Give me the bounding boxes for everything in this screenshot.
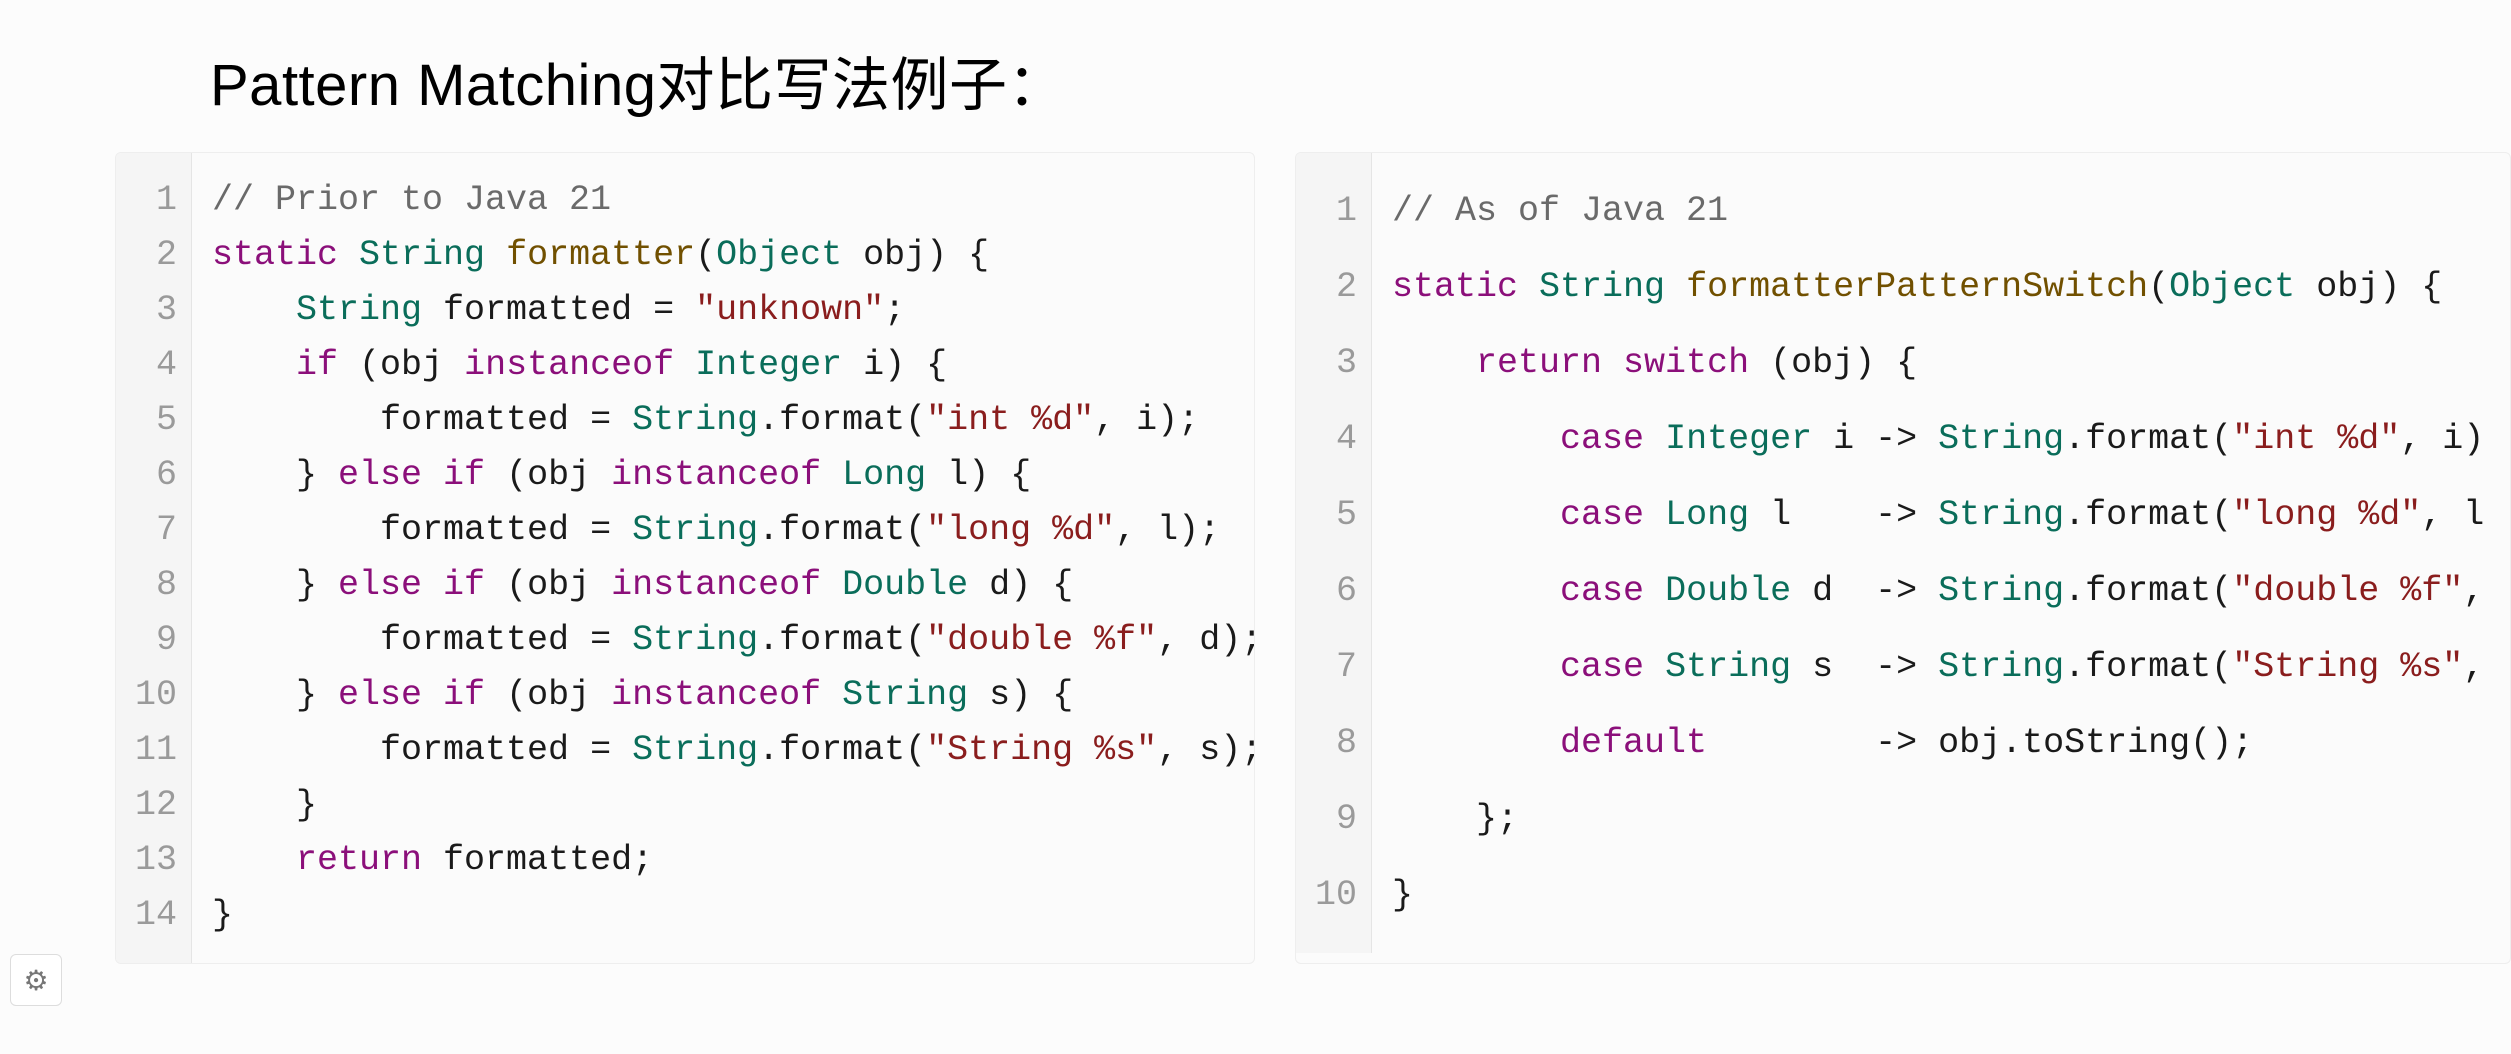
- line-number: 2: [116, 228, 177, 283]
- slide-page: Pattern Matching对比写法例子： 1234567891011121…: [0, 38, 2511, 1054]
- line-number: 9: [1296, 781, 1357, 857]
- line-number: 7: [1296, 629, 1357, 705]
- gear-icon: ⚙: [23, 964, 48, 997]
- line-number: 13: [116, 833, 177, 888]
- line-number: 8: [116, 558, 177, 613]
- line-number: 14: [116, 888, 177, 943]
- code-comparison-row: 1234567891011121314 // Prior to Java 21 …: [0, 152, 2511, 964]
- line-number: 5: [1296, 477, 1357, 553]
- line-number: 3: [1296, 325, 1357, 401]
- code-block-before: // Prior to Java 21 static String format…: [192, 153, 1254, 963]
- page-title: Pattern Matching对比写法例子：: [210, 38, 2511, 122]
- line-number: 5: [116, 393, 177, 448]
- settings-button[interactable]: ⚙: [10, 954, 62, 1006]
- line-number: 4: [116, 338, 177, 393]
- line-number: 10: [116, 668, 177, 723]
- line-number: 8: [1296, 705, 1357, 781]
- line-number-gutter: 1234567891011121314: [116, 153, 192, 963]
- line-number: 6: [116, 448, 177, 503]
- code-pane-after: 12345678910 // As of Java 21 static Stri…: [1295, 152, 2511, 964]
- line-number: 1: [1296, 173, 1357, 249]
- line-number: 6: [1296, 553, 1357, 629]
- code-block-after: // As of Java 21 static String formatter…: [1372, 153, 2510, 953]
- line-number: 7: [116, 503, 177, 558]
- line-number: 4: [1296, 401, 1357, 477]
- line-number: 9: [116, 613, 177, 668]
- line-number: 3: [116, 283, 177, 338]
- line-number: 10: [1296, 857, 1357, 933]
- code-pane-before: 1234567891011121314 // Prior to Java 21 …: [115, 152, 1255, 964]
- line-number: 2: [1296, 249, 1357, 325]
- line-number: 12: [116, 778, 177, 833]
- line-number: 11: [116, 723, 177, 778]
- line-number: 1: [116, 173, 177, 228]
- line-number-gutter: 12345678910: [1296, 153, 1372, 953]
